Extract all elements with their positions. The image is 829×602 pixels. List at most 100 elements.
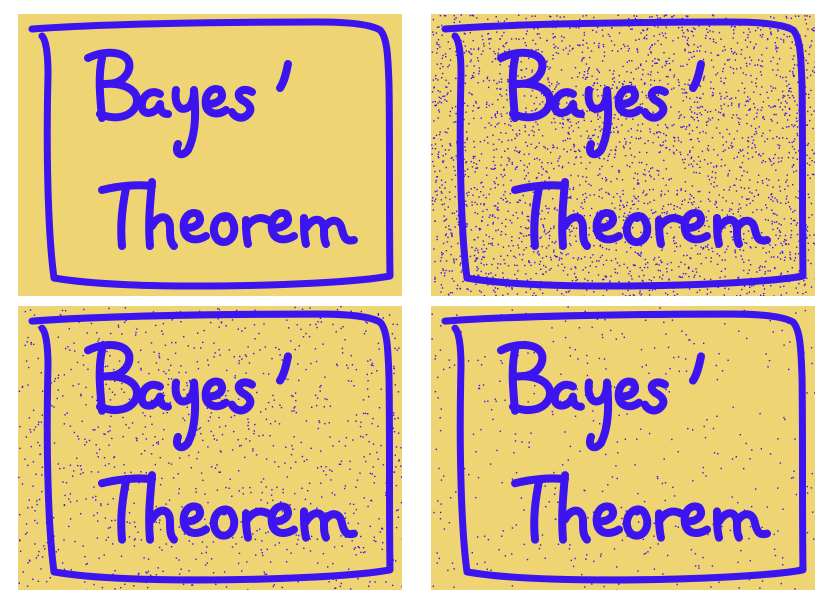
noise-speck [197, 451, 200, 454]
noise-speck [613, 97, 615, 99]
noise-speck [150, 342, 153, 344]
noise-speck [569, 242, 571, 245]
noise-speck [301, 455, 304, 458]
noise-speck [434, 143, 437, 145]
noise-speck [344, 445, 347, 447]
noise-speck [500, 164, 502, 166]
noise-speck [778, 58, 781, 60]
noise-speck [601, 197, 603, 199]
noise-speck [490, 243, 492, 245]
noise-speck [589, 56, 591, 59]
noise-speck [145, 571, 147, 573]
noise-speck [442, 269, 445, 272]
noise-speck [469, 255, 472, 258]
noise-speck [717, 154, 719, 156]
noise-speck [33, 343, 35, 346]
noise-speck [498, 138, 500, 141]
noise-speck [494, 187, 496, 189]
noise-speck [715, 202, 717, 204]
noise-speck [665, 333, 667, 335]
noise-speck [439, 260, 442, 262]
noise-speck [689, 139, 692, 141]
noise-speck [511, 527, 514, 529]
noise-speck [665, 62, 668, 65]
noise-speck [577, 121, 580, 123]
noise-speck [514, 168, 517, 171]
noise-speck [444, 208, 446, 211]
noise-speck [506, 99, 508, 101]
noise-speck [640, 78, 643, 81]
noise-speck [747, 146, 749, 148]
noise-speck [38, 421, 40, 423]
noise-speck [363, 497, 365, 499]
noise-speck [635, 198, 638, 200]
noise-speck [475, 496, 477, 499]
noise-speck [749, 56, 751, 58]
noise-speck [666, 126, 668, 128]
noise-speck [574, 349, 577, 351]
noise-speck [455, 155, 457, 157]
noise-speck [746, 122, 748, 125]
noise-speck [737, 276, 740, 279]
noise-speck [743, 170, 745, 172]
noise-speck [784, 100, 787, 103]
noise-speck [517, 247, 520, 249]
noise-speck [221, 433, 224, 436]
noise-speck [373, 539, 375, 542]
noise-speck [70, 569, 72, 571]
noise-speck [760, 448, 762, 450]
noise-speck [730, 48, 732, 50]
noise-speck [661, 208, 664, 210]
noise-speck [495, 205, 497, 207]
noise-speck [124, 472, 126, 474]
noise-speck [599, 423, 601, 425]
noise-speck [21, 386, 24, 388]
noise-speck [690, 116, 693, 118]
noise-speck [776, 37, 778, 39]
noise-speck [724, 323, 726, 325]
noise-speck [63, 374, 65, 376]
noise-speck [557, 501, 559, 503]
noise-speck [615, 126, 618, 128]
noise-speck [593, 83, 595, 85]
noise-speck [731, 50, 733, 53]
noise-speck [264, 573, 266, 575]
noise-speck [767, 196, 770, 199]
noise-speck [699, 289, 701, 291]
noise-speck [573, 163, 576, 165]
noise-speck [353, 512, 355, 515]
noise-speck [812, 70, 814, 72]
noise-speck [446, 241, 449, 243]
noise-speck [342, 326, 344, 328]
noise-speck [616, 272, 619, 274]
noise-speck [434, 220, 436, 222]
noise-speck [493, 50, 495, 53]
noise-speck [676, 189, 678, 192]
noise-speck [657, 71, 659, 74]
noise-speck [545, 266, 547, 268]
noise-speck [21, 483, 24, 485]
noise-speck [699, 45, 702, 47]
noise-speck [779, 252, 781, 254]
noise-speck [33, 429, 35, 431]
noise-speck [657, 94, 659, 96]
noise-speck [760, 294, 762, 296]
noise-speck [705, 245, 707, 248]
noise-speck [486, 208, 488, 211]
noise-speck [262, 434, 264, 437]
noise-speck [519, 150, 521, 152]
noise-speck [491, 244, 494, 246]
noise-speck [712, 15, 715, 17]
noise-speck [523, 543, 525, 546]
noise-speck [552, 198, 554, 200]
noise-speck [522, 253, 524, 256]
noise-speck [779, 258, 782, 260]
noise-speck [453, 364, 456, 366]
noise-speck [695, 244, 697, 247]
noise-speck [545, 233, 547, 235]
noise-speck [352, 503, 355, 506]
noise-speck [453, 262, 455, 264]
noise-speck [112, 497, 114, 500]
noise-speck [795, 196, 797, 198]
noise-speck [806, 230, 809, 232]
